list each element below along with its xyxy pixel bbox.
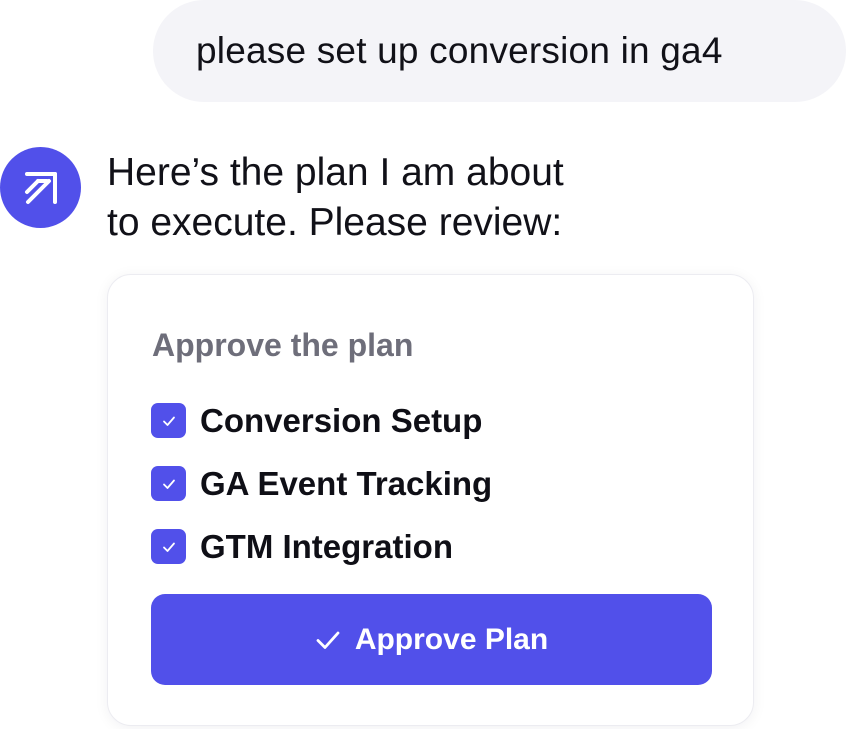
checkmark-icon bbox=[162, 416, 175, 426]
plan-item-label: GTM Integration bbox=[200, 527, 453, 565]
arrow-up-right-icon bbox=[23, 170, 59, 206]
checkmark-icon bbox=[162, 479, 175, 489]
assistant-avatar bbox=[0, 147, 81, 228]
user-message-text: please set up conversion in ga4 bbox=[196, 30, 723, 71]
approve-plan-button[interactable]: Approve Plan bbox=[151, 594, 712, 685]
plan-item-checkbox[interactable] bbox=[151, 529, 186, 564]
approve-plan-label: Approve Plan bbox=[354, 622, 549, 656]
assistant-message-line: to execute. Please review: bbox=[107, 201, 563, 244]
plan-item-label: Conversion Setup bbox=[200, 401, 483, 439]
plan-item-ga-event-tracking[interactable]: GA Event Tracking bbox=[151, 465, 492, 502]
user-message-bubble: please set up conversion in ga4 bbox=[153, 0, 846, 102]
assistant-message-line: Here’s the plan I am about bbox=[107, 151, 564, 194]
plan-item-conversion-setup[interactable]: Conversion Setup bbox=[151, 402, 482, 439]
plan-approval-card: Approve the plan Conversion Setup GA Eve… bbox=[107, 274, 754, 726]
plan-item-checkbox[interactable] bbox=[151, 466, 186, 501]
plan-item-gtm-integration[interactable]: GTM Integration bbox=[151, 528, 453, 565]
card-title: Approve the plan bbox=[152, 327, 414, 363]
checkmark-icon bbox=[316, 631, 340, 649]
plan-item-label: GA Event Tracking bbox=[200, 464, 493, 502]
checkmark-icon bbox=[162, 542, 175, 552]
assistant-message: Here’s the plan I am about to execute. P… bbox=[107, 148, 667, 248]
plan-item-checkbox[interactable] bbox=[151, 403, 186, 438]
